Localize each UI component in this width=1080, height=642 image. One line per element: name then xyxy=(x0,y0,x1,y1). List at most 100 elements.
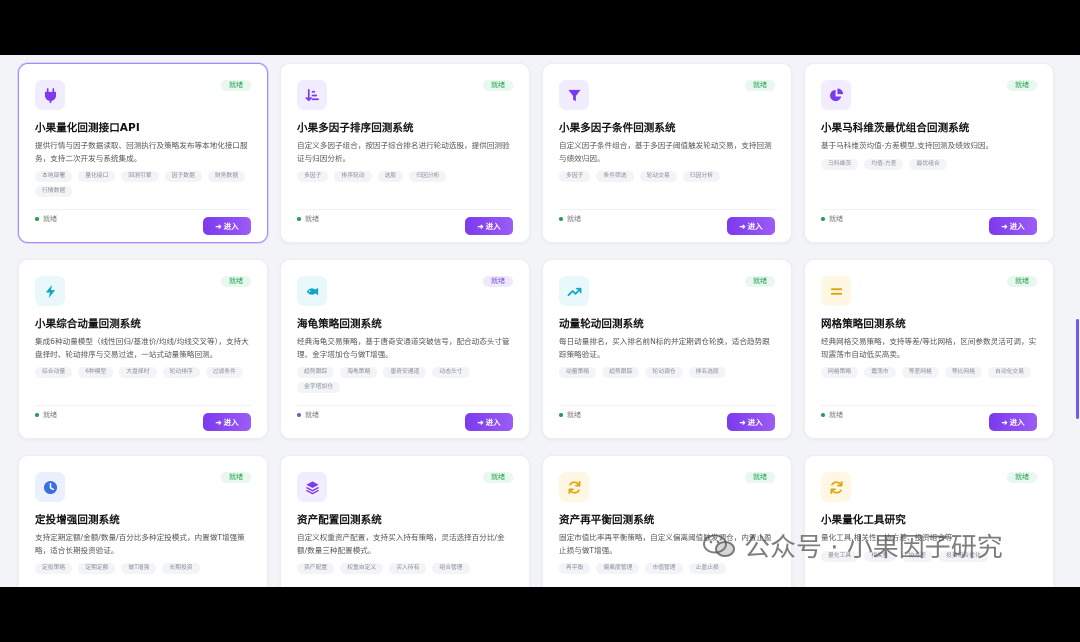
tag-list: 多因子 排序轮动 选股 归因分析 xyxy=(297,171,513,182)
tag-list: 资产配置 权重自定义 买入持有 组合管理 xyxy=(297,563,513,574)
card-description: 固定市值比率再平衡策略，自定义偏离阈值触发调仓，内置止盈止损与做T增强。 xyxy=(559,533,772,555)
enter-button[interactable]: ➜ 进入 xyxy=(989,413,1037,431)
tag-list: 马科维茨 均值-方差 最优组合 xyxy=(821,158,1037,170)
status-dot xyxy=(821,217,825,221)
card-footer: 就绪 ➜ 进入 xyxy=(821,405,1037,431)
tag: 自动化交易 xyxy=(988,367,1032,378)
tag: 均值-方差 xyxy=(864,158,904,170)
tag: 买入持有 xyxy=(389,563,427,574)
card-title: 小果多因子条件回测系统 xyxy=(559,122,676,134)
tag: 再平衡 xyxy=(559,563,591,574)
card-3[interactable]: 就绪 小果马科维茨最优组合回测系统 基于马科维茨均值-方差模型,支持回测及绩效归… xyxy=(804,63,1054,243)
card-title: 小果量化工具研究 xyxy=(821,514,906,526)
status-badge: 就绪 xyxy=(1007,472,1037,483)
tag: 轮动交易 xyxy=(639,171,677,182)
card-description: 经典网格交易策略，支持等差/等比网格，区间参数灵活可调，实现震荡市自动低买高卖。 xyxy=(821,337,1037,359)
tag: 排名选股 xyxy=(688,367,726,378)
card-5[interactable]: 就绪 海龟策略回测系统 经典海龟交易策略，基于唐奇安通道突破信号，配合动态头寸管… xyxy=(280,259,530,439)
status-badge: 就绪 xyxy=(221,80,251,91)
footer-status: 就绪 xyxy=(35,410,57,423)
tag-list: 定投策略 定期定额 做T增强 长期投资 xyxy=(35,563,251,574)
tag: 权重自定义 xyxy=(340,563,384,574)
status-dot xyxy=(821,413,825,417)
tag: 趋势跟踪 xyxy=(297,367,335,378)
tag: 定期定额 xyxy=(78,563,116,574)
footer-status: 就绪 xyxy=(559,410,581,423)
tag-list: 量化工具 相关性 协方差 投资组合优化 xyxy=(821,550,1037,562)
status-badge: 就绪 xyxy=(483,276,513,287)
card-title: 小果多因子排序回测系统 xyxy=(297,122,414,134)
enter-button[interactable]: ➜ 进入 xyxy=(465,413,513,431)
status-badge: 就绪 xyxy=(483,472,513,483)
footer-status-text: 就绪 xyxy=(829,411,843,419)
card-title: 小果量化回测接口API xyxy=(35,122,140,134)
tag: 马科维茨 xyxy=(821,158,859,170)
card-footer: 就绪 ➜ 进入 xyxy=(559,209,775,235)
enter-button[interactable]: ➜ 进入 xyxy=(465,217,513,235)
tag: 震荡市 xyxy=(864,367,896,378)
enter-button[interactable]: ➜ 进入 xyxy=(989,217,1037,235)
tag: 财务数据 xyxy=(207,171,246,182)
footer-status: 就绪 xyxy=(821,410,843,423)
tag: 多因子 xyxy=(559,171,591,182)
card-0[interactable]: 就绪 小果量化回测接口API 提供行情与因子数据读取、回测执行及策略发布等本地化… xyxy=(18,63,268,243)
refresh-icon xyxy=(821,472,851,502)
card-title: 资产再平衡回测系统 xyxy=(559,514,655,526)
card-title: 资产配置回测系统 xyxy=(297,514,382,526)
card-footer: 就绪 ➜ 进入 xyxy=(297,405,513,431)
card-8[interactable]: 就绪 定投增强回测系统 支持定期定额/金额/数量/百分比多种定投模式，内置做T增… xyxy=(18,455,268,587)
tag-list: 再平衡 偏离度管理 市值管理 止盈止损 xyxy=(559,563,775,574)
card-footer: 就绪 ➜ 进入 xyxy=(559,405,775,431)
card-9[interactable]: 就绪 资产配置回测系统 自定义权重资产配置，支持买入持有策略，灵活选择百分比/金… xyxy=(280,455,530,587)
card-description: 每日动量排名，买入排名前N标的并定期调仓轮换，适合趋势跟踪策略验证。 xyxy=(559,337,770,359)
sort-icon xyxy=(297,80,327,110)
status-badge: 就绪 xyxy=(1007,276,1037,287)
card-6[interactable]: 就绪 动量轮动回测系统 每日动量排名，买入排名前N标的并定期调仓轮换，适合趋势跟… xyxy=(542,259,792,439)
tag: 趋势跟踪 xyxy=(602,367,640,378)
tag: 归因分析 xyxy=(682,171,721,182)
enter-button[interactable]: ➜ 进入 xyxy=(203,413,251,431)
plug-icon xyxy=(35,80,65,110)
filter-icon xyxy=(559,80,589,110)
card-title: 小果综合动量回测系统 xyxy=(35,318,141,330)
tag: 本地部署 xyxy=(35,171,73,182)
footer-status-text: 就绪 xyxy=(43,215,57,223)
tag: 止盈止损 xyxy=(688,563,726,574)
card-4[interactable]: 就绪 小果综合动量回测系统 集成6种动量模型（线性回归/基准价/均线/均线交叉等… xyxy=(18,259,268,439)
main-content: 就绪 小果量化回测接口API 提供行情与因子数据读取、回测执行及策略发布等本地化… xyxy=(0,55,1080,587)
tag: 偏离度管理 xyxy=(596,563,640,574)
scrollbar-thumb[interactable] xyxy=(1076,319,1079,419)
tag: 动态头寸 xyxy=(432,367,470,378)
status-badge: 就绪 xyxy=(1007,80,1037,91)
refresh-icon xyxy=(559,472,589,502)
status-badge: 就绪 xyxy=(221,472,251,483)
tag: 长期投资 xyxy=(162,563,200,574)
tag: 大盘择时 xyxy=(119,367,157,378)
tag-list: 网格策略 震荡市 等差网格 等比网格 自动化交易 xyxy=(821,367,1037,378)
tag: 市值管理 xyxy=(645,563,683,574)
card-1[interactable]: 就绪 小果多因子排序回测系统 自定义多因子组合，按因子综合排名进行轮动选股，提供… xyxy=(280,63,530,243)
enter-button[interactable]: ➜ 进入 xyxy=(727,217,775,235)
fish-icon xyxy=(297,276,327,306)
status-badge: 就绪 xyxy=(221,276,251,287)
tag-list: 综合动量 6种模型 大盘择时 轮动排序 过滤条件 xyxy=(35,367,251,378)
enter-button[interactable]: ➜ 进入 xyxy=(727,413,775,431)
card-10[interactable]: 就绪 资产再平衡回测系统 固定市值比率再平衡策略，自定义偏离阈值触发调仓，内置止… xyxy=(542,455,792,587)
card-description: 自定义多因子组合，按因子综合排名进行轮动选股，提供回测验证与归因分析。 xyxy=(297,141,510,163)
card-footer: 就绪 ➜ 进入 xyxy=(35,405,251,431)
card-11[interactable]: 就绪 小果量化工具研究 量化工具,相关性、协方差、投资组合等 量化工具 相关性 协方… xyxy=(804,455,1054,587)
status-dot xyxy=(297,413,301,417)
tag: 相关性 xyxy=(864,550,896,562)
card-7[interactable]: 就绪 网格策略回测系统 经典网格交易策略，支持等差/等比网格，区间参数灵活可调，… xyxy=(804,259,1054,439)
tag: 量化工具 xyxy=(821,550,859,562)
card-2[interactable]: 就绪 小果多因子条件回测系统 自定义因子条件组合，基于多因子阈值触发轮动交易，支… xyxy=(542,63,792,243)
status-badge: 就绪 xyxy=(745,472,775,483)
footer-status: 就绪 xyxy=(559,214,581,227)
enter-button[interactable]: ➜ 进入 xyxy=(203,217,251,235)
card-description: 集成6种动量模型（线性回归/基准价/均线/均线交叉等），支持大盘择时、轮动排序与… xyxy=(35,337,249,359)
status-dot xyxy=(35,217,39,221)
card-description: 基于马科维茨均值-方差模型,支持回测及绩效归因。 xyxy=(821,141,994,150)
layers-icon xyxy=(297,472,327,502)
tag: 唐奇安通道 xyxy=(383,367,427,378)
tag: 最优组合 xyxy=(909,158,947,170)
